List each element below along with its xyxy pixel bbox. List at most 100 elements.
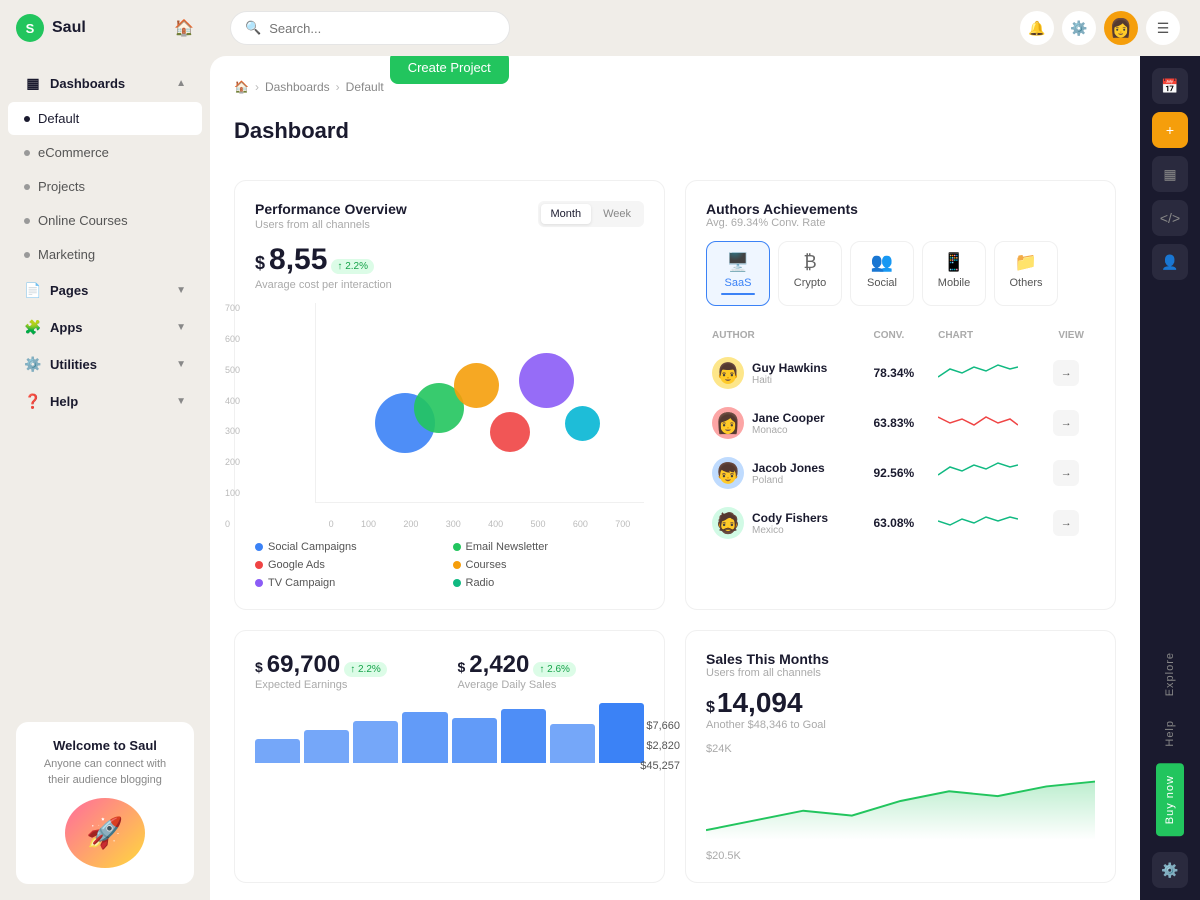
- avatar: 🧔: [712, 507, 744, 539]
- view-button[interactable]: →: [1053, 460, 1079, 486]
- cat-tab-crypto[interactable]: ₿ Crypto: [778, 241, 842, 306]
- daily-sales-value: $ 2,420 2.6%: [458, 651, 645, 679]
- tab-month[interactable]: Month: [541, 204, 592, 224]
- rp-calendar-icon[interactable]: 📅: [1152, 68, 1188, 104]
- dashboards-icon: ▦: [24, 74, 42, 92]
- user-avatar[interactable]: 👩: [1104, 11, 1138, 45]
- content-wrapper: 🏠 › Dashboards › Default Create Project …: [210, 56, 1200, 900]
- sidebar-item-utilities[interactable]: ⚙️ Utilities ▼: [8, 346, 202, 382]
- cat-tab-others[interactable]: 📁 Others: [994, 241, 1058, 306]
- breadcrumb-dashboards[interactable]: Dashboards: [265, 80, 330, 94]
- search-input[interactable]: [269, 21, 495, 36]
- earnings-badge: 2.2%: [344, 662, 387, 677]
- col-view: VIEW: [1049, 324, 1093, 347]
- authors-subtitle: Avg. 69.34% Conv. Rate: [706, 217, 1095, 229]
- avatar: 👦: [712, 457, 744, 489]
- perf-subtitle: Users from all channels: [255, 219, 407, 231]
- sidebar-item-online-courses[interactable]: Online Courses: [8, 204, 202, 237]
- bar: [550, 724, 595, 763]
- earnings-section: $ 69,700 2.2% Expected Earnings: [255, 651, 442, 691]
- tab-week[interactable]: Week: [593, 204, 641, 224]
- menu-icon[interactable]: ☰: [1146, 11, 1180, 45]
- sidebar-item-ecommerce[interactable]: eCommerce: [8, 136, 202, 169]
- astronaut-image: 🚀: [65, 798, 145, 868]
- bar: [501, 709, 546, 763]
- breadcrumb-current: Default: [346, 80, 384, 94]
- back-icon[interactable]: 🏠: [174, 18, 194, 38]
- value-label: Avarage cost per interaction: [255, 279, 644, 291]
- rp-avatar-icon[interactable]: 👤: [1152, 244, 1188, 280]
- rp-add-icon[interactable]: +: [1152, 112, 1188, 148]
- perf-title: Performance Overview: [255, 201, 407, 217]
- notification-icon[interactable]: 🔔: [1020, 11, 1054, 45]
- tab-group: Month Week: [538, 201, 645, 227]
- earnings-label: Expected Earnings: [255, 679, 442, 691]
- value-badge: 2.2%: [331, 259, 374, 274]
- chart-legend: Social Campaigns Email Newsletter Google…: [255, 541, 644, 589]
- legend-google: Google Ads: [255, 559, 447, 571]
- cat-tab-saas[interactable]: 🖥️ SaaS: [706, 241, 770, 306]
- authors-table: AUTHOR CONV. CHART VIEW 👨: [706, 322, 1095, 549]
- view-button[interactable]: →: [1053, 410, 1079, 436]
- dot-icon: [24, 116, 30, 122]
- bar: [452, 718, 497, 763]
- view-button[interactable]: →: [1053, 360, 1079, 386]
- logo-icon: S: [16, 14, 44, 42]
- topbar: 🔍 🔔 ⚙️ 👩 ☰: [210, 0, 1200, 56]
- bar: [599, 703, 644, 763]
- dot-icon: [24, 218, 30, 224]
- bubble-tv: [519, 353, 574, 408]
- bar: [402, 712, 447, 763]
- sidebar-item-default[interactable]: Default: [8, 102, 202, 135]
- help-icon: ❓: [24, 392, 42, 410]
- chevron-icon: ▼: [176, 285, 186, 296]
- col-conv: CONV.: [869, 324, 932, 347]
- rp-code-icon[interactable]: </>: [1152, 200, 1188, 236]
- daily-sales-label: Average Daily Sales: [458, 679, 645, 691]
- table-row: 👩 Jane Cooper Monaco 63.83%: [708, 399, 1093, 447]
- x-axis: 0 100 200 300 400 500 600 700: [285, 515, 644, 529]
- legend-tv: TV Campaign: [255, 577, 447, 589]
- author-info: 🧔 Cody Fishers Mexico: [712, 507, 863, 539]
- y-labels: $24K: [706, 743, 1095, 755]
- sales-card: Sales This Months Users from all channel…: [685, 630, 1116, 883]
- view-button[interactable]: →: [1053, 510, 1079, 536]
- author-info: 👨 Guy Hawkins Haiti: [712, 357, 863, 389]
- sidebar-item-pages[interactable]: 📄 Pages ▼: [8, 272, 202, 308]
- sales-value: $ 14,094: [706, 687, 1095, 719]
- mobile-icon: 📱: [943, 252, 965, 273]
- sidebar-item-apps[interactable]: 🧩 Apps ▼: [8, 309, 202, 345]
- sidebar-footer: Welcome to Saul Anyone can connect with …: [0, 706, 210, 900]
- table-row: 🧔 Cody Fishers Mexico 63.08%: [708, 499, 1093, 547]
- bubble-courses: [454, 363, 499, 408]
- cat-tab-social[interactable]: 👥 Social: [850, 241, 914, 306]
- col-chart: CHART: [934, 324, 1047, 347]
- cat-tab-mobile[interactable]: 📱 Mobile: [922, 241, 986, 306]
- sales-goal: Another $48,346 to Goal: [706, 719, 1095, 731]
- legend-courses: Courses: [453, 559, 645, 571]
- table-row: 👦 Jacob Jones Poland 92.56%: [708, 449, 1093, 497]
- sidebar-item-dashboards[interactable]: ▦ Dashboards ▲: [8, 65, 202, 101]
- welcome-title: Welcome to Saul: [32, 738, 178, 753]
- saas-icon: 🖥️: [727, 252, 749, 273]
- welcome-card: Welcome to Saul Anyone can connect with …: [16, 722, 194, 884]
- search-box[interactable]: 🔍: [230, 11, 510, 45]
- chevron-icon: ▲: [176, 78, 186, 89]
- home-icon[interactable]: 🏠: [234, 80, 249, 94]
- chevron-icon: ▼: [176, 359, 186, 370]
- create-project-button[interactable]: Create Project: [390, 56, 509, 84]
- sidebar: S Saul 🏠 ▦ Dashboards ▲ Default eCommerc…: [0, 0, 210, 900]
- category-tabs: 🖥️ SaaS ₿ Crypto 👥 Social: [706, 241, 1095, 306]
- table-row: 👨 Guy Hawkins Haiti 78.34%: [708, 349, 1093, 397]
- sidebar-item-help[interactable]: ❓ Help ▼: [8, 383, 202, 419]
- settings-icon[interactable]: ⚙️: [1062, 11, 1096, 45]
- sidebar-item-marketing[interactable]: Marketing: [8, 238, 202, 271]
- buy-now-label[interactable]: Buy now: [1156, 763, 1184, 836]
- rp-settings-icon[interactable]: ⚙️: [1152, 852, 1188, 888]
- rp-grid-icon[interactable]: ▦: [1152, 156, 1188, 192]
- crypto-icon: ₿: [803, 252, 816, 273]
- sidebar-item-projects[interactable]: Projects: [8, 170, 202, 203]
- utilities-icon: ⚙️: [24, 355, 42, 373]
- author-info: 👩 Jane Cooper Monaco: [712, 407, 863, 439]
- social-icon: 👥: [871, 252, 893, 273]
